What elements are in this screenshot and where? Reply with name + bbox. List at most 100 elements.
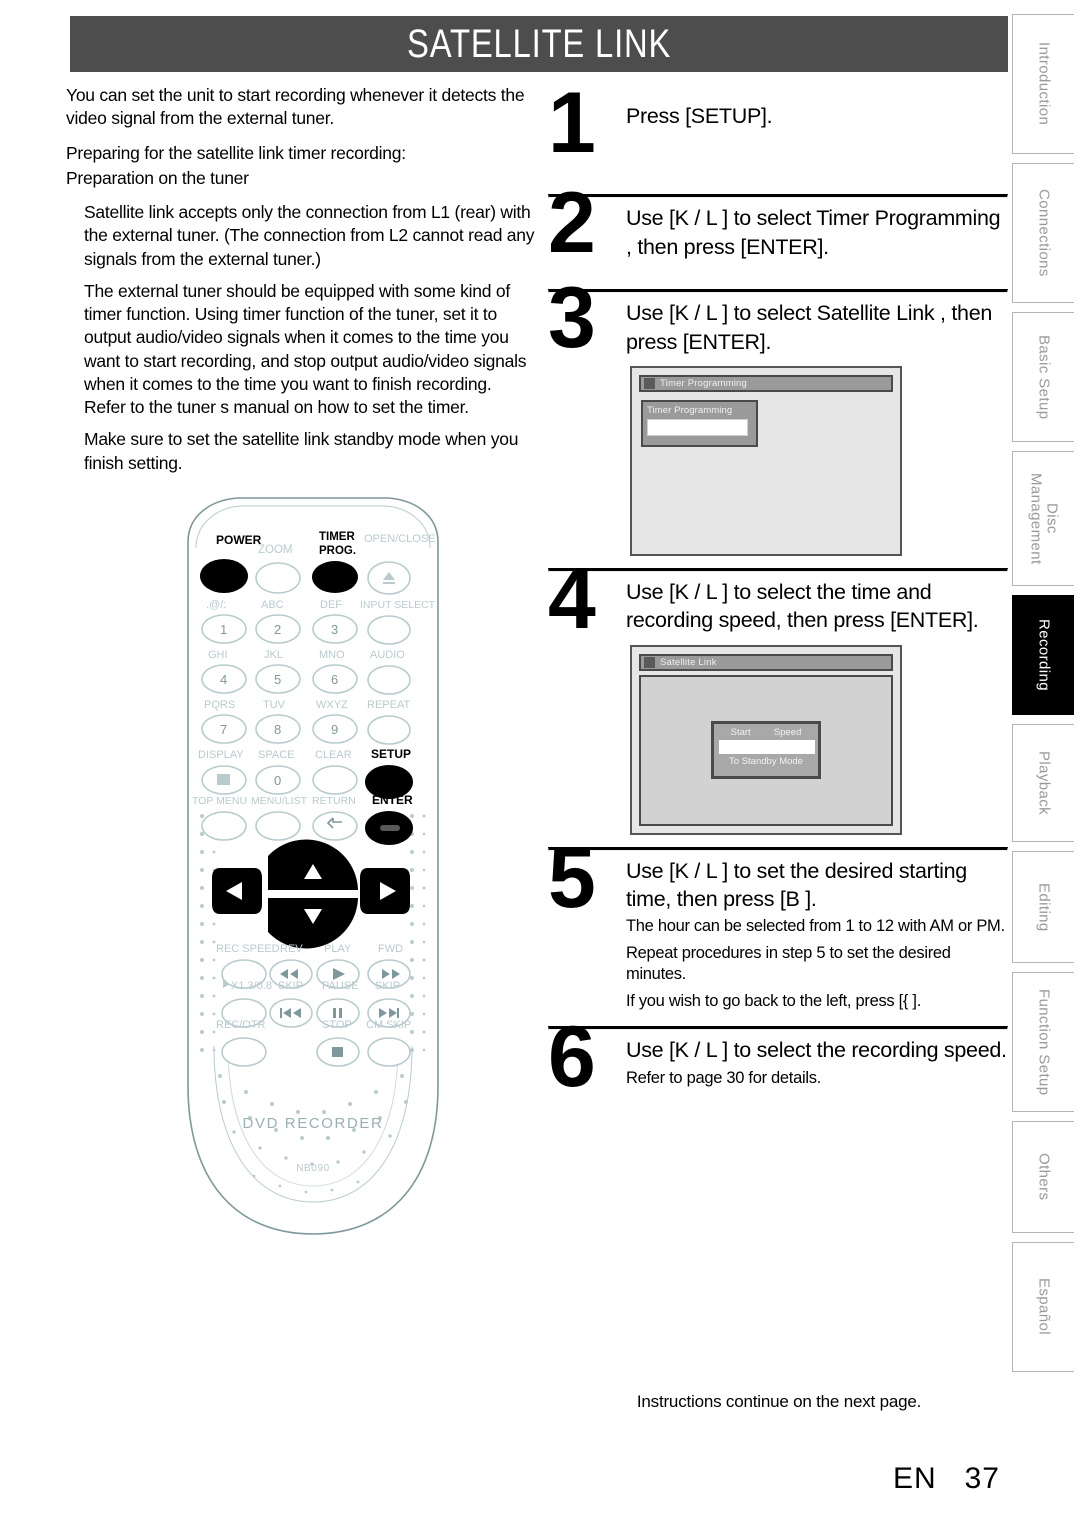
step-2-text: Use [K / L ] to select Timer Programming… [626,206,1001,259]
tab-editing[interactable]: Editing [1012,851,1074,963]
footer-page: EN 37 [548,1462,1000,1496]
osd-titlebar: Timer Programming [639,374,893,392]
footer-language-code: EN [892,1462,937,1495]
osd-title-text: Timer Programming [660,377,747,389]
svg-text:DEF: DEF [320,599,342,611]
tab-espa-ol[interactable]: Español [1012,1242,1074,1372]
svg-text:ENTER: ENTER [372,793,413,807]
step-1: 1 Press [SETUP]. [548,80,1010,194]
osd-timer-programming-screen: Timer Programming Timer Programming [630,365,902,556]
svg-text:0: 0 [274,773,281,788]
tab-label: Editing [1035,882,1053,932]
intro-column: You can set the unit to start recording … [66,84,536,484]
tab-recording[interactable]: Recording [1012,595,1074,715]
osd-inner-panel: Start Speed To Standby Mode [639,674,893,826]
step-3-text: Use [K / L ] to select Satellite Link , … [626,301,993,354]
osd-window-icon [644,656,655,668]
svg-text:REPEAT: REPEAT [367,699,410,711]
tab-label: Introduction [1035,42,1053,126]
step-5-note-1: The hour can be selected from 1 to 12 wi… [626,917,1005,936]
intro-paragraph-2: Preparing for the satellite link timer r… [66,142,406,163]
svg-text:FWD: FWD [378,943,403,955]
svg-text:PROG.: PROG. [319,545,356,557]
tab-others[interactable]: Others [1012,1121,1074,1233]
step-2-number: 2 [548,175,596,272]
osd-start-label: Start [730,727,751,739]
tab-label: Playback [1035,750,1053,816]
svg-text:MNO: MNO [319,649,345,661]
svg-text:SPACE: SPACE [258,749,294,761]
svg-text:8: 8 [274,722,281,737]
steps-column: 1 Press [SETUP]. 2 Use [K / L ] to selec… [548,80,1010,1100]
svg-text:GHI: GHI [208,649,228,661]
step-6-note-1: Refer to page 30 for details. [626,1068,821,1087]
tab-label: Function Setup [1035,988,1053,1096]
step-5-note-2: Repeat procedures in step 5 to set the d… [626,944,951,984]
svg-text:TIMER: TIMER [319,531,355,543]
svg-text:TUV: TUV [263,699,286,711]
tab-playback[interactable]: Playback [1012,724,1074,842]
tab-connections[interactable]: Connections [1012,163,1074,303]
tab-label: Others [1035,1153,1053,1201]
svg-text:REC SPEED: REC SPEED [216,943,280,955]
step-6: 6 Use [K / L ] to select the recording s… [548,1014,1010,1100]
intro-bullet-3: Make sure to set the satellite link stan… [84,429,519,473]
svg-text:AUDIO: AUDIO [370,649,405,661]
svg-text:CM SKIP: CM SKIP [366,1019,411,1031]
svg-text:OPEN/CLOSE: OPEN/CLOSE [364,533,436,545]
svg-text:7: 7 [220,722,227,737]
osd-menu-highlight-row[interactable] [647,418,748,436]
svg-text:STOP: STOP [322,1019,352,1031]
svg-text:TOP MENU: TOP MENU [192,795,247,807]
svg-text:1: 1 [220,622,227,637]
svg-text:CLEAR: CLEAR [315,749,352,761]
svg-text:NB090: NB090 [296,1163,330,1174]
intro-paragraph-3: Preparation on the tuner [66,167,249,188]
svg-text:REC/OTR: REC/OTR [216,1019,266,1031]
step-4-number: 4 [548,550,596,647]
osd-value-field[interactable] [719,740,815,755]
step-4: 4 Use [K / L ] to select the time and re… [548,556,1010,847]
svg-text:DISPLAY: DISPLAY [198,749,244,761]
svg-text:9: 9 [331,722,338,737]
intro-bullet-2: The external tuner should be equipped wi… [84,280,527,418]
svg-text:SETUP: SETUP [371,747,411,761]
tab-label: Disc Management [1027,472,1061,565]
step-1-text: Press [SETUP]. [626,104,773,128]
svg-text:SKIP: SKIP [278,980,303,992]
manual-page: SATELLITE LINK You can set the unit to s… [0,0,1080,1526]
osd-standby-label[interactable]: To Standby Mode [719,756,813,767]
osd-titlebar: Satellite Link [639,653,893,671]
svg-text:DVD RECORDER: DVD RECORDER [243,1115,384,1132]
page-title: SATELLITE LINK [406,21,672,66]
osd-timer-menu-box[interactable]: Timer Programming [641,399,758,447]
tab-label: Connections [1035,189,1053,277]
footer-page-number: 37 [964,1462,1000,1495]
footer-note: Instructions continue on the next page. [636,1392,922,1411]
svg-text:6: 6 [331,672,338,687]
step-5: 5 Use [K / L ] to set the desired starti… [548,835,1010,1027]
osd-satellite-dialog[interactable]: Start Speed To Standby Mode [711,721,821,780]
tab-function-setup[interactable]: Function Setup [1012,972,1074,1112]
tab-basic-setup[interactable]: Basic Setup [1012,312,1074,442]
step-6-text: Use [K / L ] to select the recording spe… [626,1038,1007,1063]
svg-text:2: 2 [274,622,281,637]
intro-paragraph-1: You can set the unit to start recording … [66,85,525,129]
intro-bullet-1: Satellite link accepts only the connecti… [84,202,535,269]
step-4-text: Use [K / L ] to select the time and reco… [626,579,979,633]
osd-title-text: Satellite Link [660,656,717,668]
remote-control-illustration: POWER ZOOM TIMER PROG. OPEN/CLOSE .@/: 1… [168,486,458,1246]
step-5-text: Use [K / L ] to set the desired starting… [626,858,967,911]
tab-introduction[interactable]: Introduction [1012,14,1074,154]
tab-disc-management[interactable]: Disc Management [1012,451,1074,586]
tab-label: Español [1035,1278,1053,1336]
osd-window-icon [644,377,655,389]
svg-text:RETURN: RETURN [312,795,356,807]
step-6-number: 6 [548,1009,596,1106]
osd-body: Timer Programming [639,396,893,547]
tab-label: Recording [1035,619,1053,691]
svg-text:MENU/LIST: MENU/LIST [251,795,308,807]
step-5-note-3: If you wish to go back to the left, pres… [626,992,921,1011]
svg-text:REV: REV [280,943,303,955]
osd-body: Start Speed To Standby Mode [639,674,893,826]
